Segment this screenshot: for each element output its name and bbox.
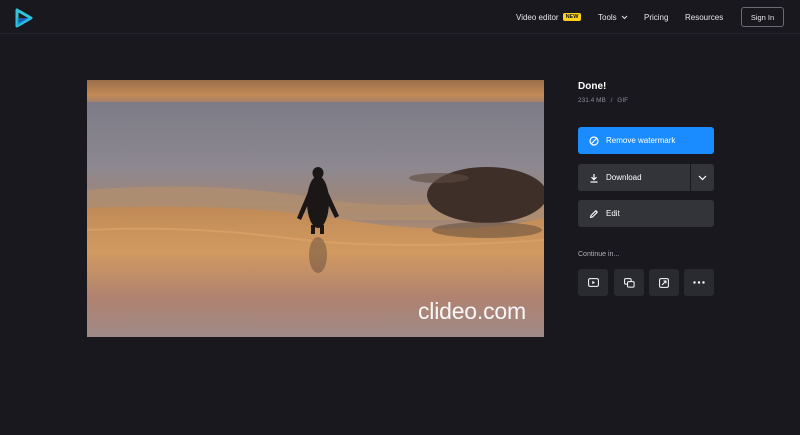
continue-more-button[interactable] [684, 269, 714, 296]
continue-video-maker-button[interactable] [578, 269, 608, 296]
nav-pricing-label: Pricing [644, 12, 669, 22]
nav-pricing[interactable]: Pricing [644, 0, 668, 34]
no-symbol-icon [589, 135, 599, 146]
youtube-play-icon [587, 278, 599, 287]
remove-watermark-button[interactable]: Remove watermark [578, 127, 714, 154]
new-badge: NEW [562, 13, 582, 21]
chevron-down-icon [698, 175, 707, 180]
nav-video-editor[interactable]: Video editor NEW [516, 0, 582, 34]
chevron-down-icon [621, 15, 628, 19]
download-icon [590, 173, 598, 183]
clideo-play-logo-icon[interactable] [14, 8, 34, 28]
meta-separator: / [610, 97, 613, 104]
continue-crop-button[interactable] [649, 269, 679, 296]
continue-in-label: Continue in... [578, 251, 620, 258]
file-type: GIF [617, 97, 629, 104]
nav-resources-label: Resources [685, 12, 724, 22]
download-options-toggle[interactable] [691, 164, 714, 191]
nav-tools-label: Tools [598, 12, 617, 22]
result-title: Done! [578, 81, 607, 92]
continue-merge-button[interactable] [614, 269, 644, 296]
edit-label: Edit [606, 209, 620, 218]
crop-resize-icon [659, 277, 669, 288]
top-nav-bar: Video editor NEW Tools Pricing Resources… [0, 0, 800, 34]
more-dots-icon [693, 281, 705, 284]
sign-in-button[interactable]: Sign In [741, 7, 784, 27]
nav-resources[interactable]: Resources [685, 0, 723, 34]
copy-layers-icon [623, 277, 635, 288]
clideo-watermark: clideo.com [418, 298, 526, 324]
remove-watermark-label: Remove watermark [606, 136, 676, 145]
nav-video-editor-label: Video editor [516, 12, 559, 22]
file-size: 231.4 MB [578, 97, 606, 104]
sign-in-label: Sign In [750, 12, 775, 22]
edit-button[interactable]: Edit [578, 200, 714, 227]
pencil-icon [589, 209, 598, 218]
file-meta: 231.4 MB / GIF [578, 97, 628, 104]
nav-tools-dropdown[interactable]: Tools [598, 0, 628, 34]
gif-preview-image: clideo.com [87, 80, 544, 337]
download-label: Download [606, 173, 642, 182]
